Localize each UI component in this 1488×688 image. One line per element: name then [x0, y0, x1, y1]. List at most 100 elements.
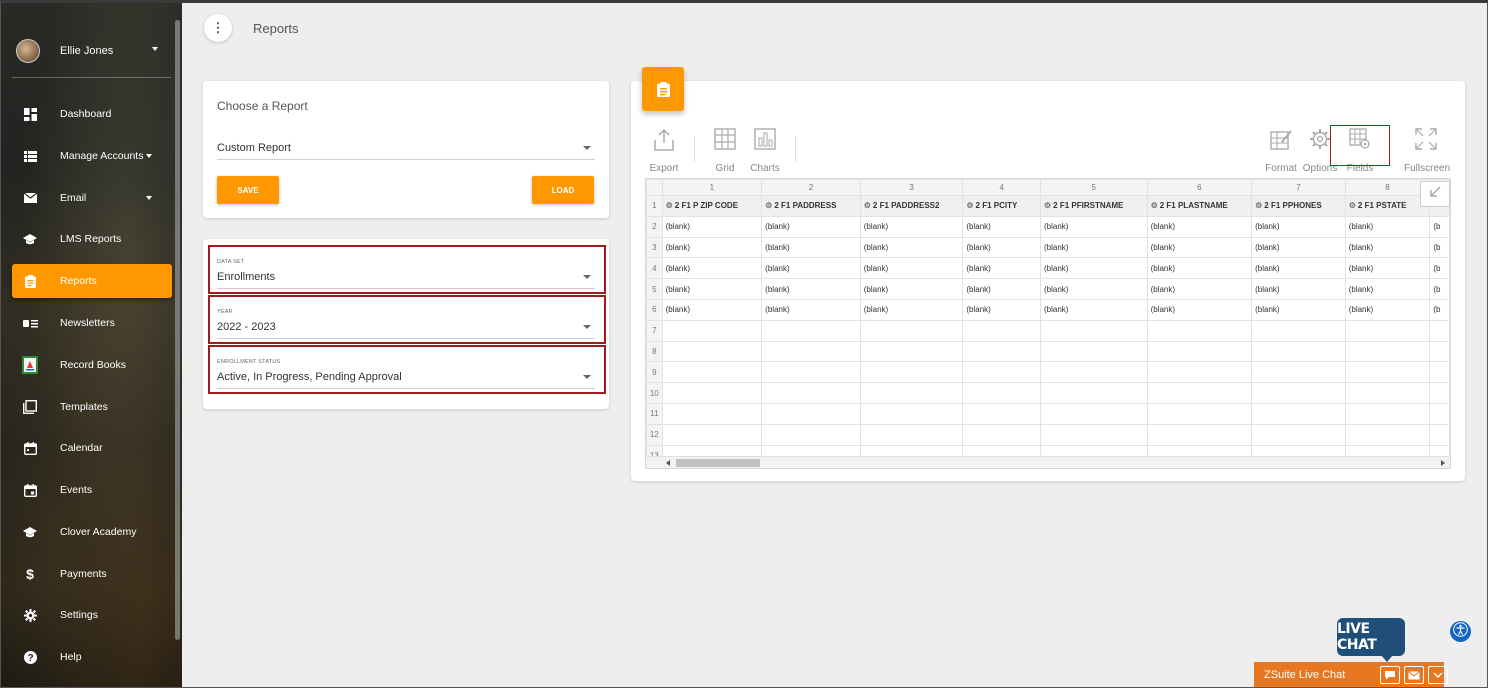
- table-cell[interactable]: (b: [1429, 257, 1450, 280]
- table-cell[interactable]: (blank): [1344, 257, 1431, 280]
- table-cell[interactable]: (blank): [1344, 215, 1431, 238]
- sidebar-scrollbar[interactable]: [175, 20, 180, 640]
- column-header[interactable]: ⚙ 2 F1 PSTATE: [1344, 195, 1431, 217]
- minimize-icon[interactable]: [1428, 666, 1448, 684]
- table-cell[interactable]: [1251, 402, 1346, 425]
- gear-icon[interactable]: ⚙: [1151, 201, 1158, 210]
- table-cell[interactable]: (blank): [1251, 298, 1346, 321]
- user-menu[interactable]: Ellie Jones: [0, 30, 172, 72]
- table-cell[interactable]: [1039, 340, 1148, 363]
- table-cell[interactable]: (blank): [1251, 236, 1346, 259]
- sidebar-item-clover-academy[interactable]: Clover Academy: [12, 515, 172, 549]
- horizontal-scrollbar[interactable]: [646, 456, 1450, 468]
- table-cell[interactable]: (blank): [1039, 278, 1148, 300]
- gear-icon[interactable]: ⚙: [1255, 201, 1262, 210]
- sidebar-item-record-books[interactable]: Record Books: [12, 348, 172, 382]
- table-cell[interactable]: (blank): [962, 278, 1041, 300]
- table-cell[interactable]: (blank): [1146, 236, 1253, 259]
- table-cell[interactable]: (blank): [859, 215, 964, 238]
- table-cell[interactable]: [859, 361, 964, 384]
- table-cell[interactable]: (b: [1429, 236, 1450, 259]
- table-cell[interactable]: [661, 340, 763, 363]
- table-cell[interactable]: (blank): [1039, 215, 1148, 238]
- table-cell[interactable]: [661, 361, 763, 384]
- table-cell[interactable]: (blank): [1146, 257, 1253, 280]
- table-cell[interactable]: [1146, 319, 1253, 342]
- gear-icon[interactable]: ⚙: [864, 201, 871, 210]
- table-cell[interactable]: [1251, 382, 1346, 404]
- grid-button[interactable]: Grid: [703, 128, 747, 174]
- table-cell[interactable]: (b: [1429, 215, 1450, 238]
- live-chat-bar[interactable]: ZSuite Live Chat: [1254, 662, 1448, 688]
- table-cell[interactable]: (blank): [661, 236, 763, 259]
- fullscreen-button[interactable]: Fullscreen: [1404, 128, 1450, 174]
- table-cell[interactable]: [661, 319, 763, 342]
- table-cell[interactable]: [1039, 382, 1148, 404]
- table-cell[interactable]: [1429, 382, 1450, 404]
- table-cell[interactable]: (blank): [761, 215, 861, 238]
- table-cell[interactable]: [1429, 423, 1450, 446]
- table-cell[interactable]: [859, 319, 964, 342]
- column-header[interactable]: ⚙ 2 F1 PFIRSTNAME: [1039, 195, 1148, 217]
- table-cell[interactable]: [962, 402, 1041, 425]
- table-cell[interactable]: [1039, 402, 1148, 425]
- table-cell[interactable]: [1429, 319, 1450, 342]
- gear-icon[interactable]: ⚙: [1349, 201, 1356, 210]
- table-cell[interactable]: [761, 423, 861, 446]
- column-header[interactable]: ⚙ 2 F1 P ZIP CODE: [661, 195, 763, 217]
- table-cell[interactable]: [1146, 340, 1253, 363]
- table-cell[interactable]: [962, 423, 1041, 446]
- table-cell[interactable]: [1039, 319, 1148, 342]
- sidebar-item-manage-accounts[interactable]: Manage Accounts: [12, 139, 172, 173]
- table-cell[interactable]: (blank): [1344, 236, 1431, 259]
- live-chat-badge[interactable]: LIVE CHAT: [1337, 618, 1405, 662]
- column-header[interactable]: ⚙ 2 F1 PADDRESS2: [859, 195, 964, 217]
- mail-icon[interactable]: [1404, 666, 1424, 684]
- table-cell[interactable]: [1344, 340, 1431, 363]
- table-cell[interactable]: [761, 361, 861, 384]
- table-cell[interactable]: (b: [1429, 278, 1450, 300]
- table-cell[interactable]: [761, 319, 861, 342]
- table-cell[interactable]: (blank): [1146, 298, 1253, 321]
- scroll-left-icon[interactable]: [666, 460, 670, 466]
- table-cell[interactable]: [859, 423, 964, 446]
- sidebar-item-reports[interactable]: Reports: [12, 264, 172, 298]
- scroll-thumb[interactable]: [676, 459, 760, 467]
- table-cell[interactable]: [1429, 340, 1450, 363]
- gear-icon[interactable]: ⚙: [765, 201, 772, 210]
- table-cell[interactable]: (blank): [761, 257, 861, 280]
- sidebar-item-help[interactable]: ? Help: [12, 640, 172, 674]
- table-cell[interactable]: [1344, 361, 1431, 384]
- column-header[interactable]: ⚙ 2 F1 PADDRESS: [761, 195, 861, 217]
- table-cell[interactable]: (blank): [1251, 257, 1346, 280]
- table-cell[interactable]: (blank): [761, 298, 861, 321]
- table-cell[interactable]: [962, 340, 1041, 363]
- table-cell[interactable]: (blank): [1039, 236, 1148, 259]
- sidebar-item-templates[interactable]: Templates: [12, 390, 172, 424]
- table-cell[interactable]: [962, 319, 1041, 342]
- table-cell[interactable]: [1251, 319, 1346, 342]
- column-header[interactable]: ⚙ 2 F1 PCITY: [962, 195, 1041, 217]
- chat-icon[interactable]: [1380, 666, 1400, 684]
- table-cell[interactable]: [761, 402, 861, 425]
- table-cell[interactable]: [1146, 423, 1253, 446]
- pivot-grid[interactable]: 1 2 3 4 5 6 7 8 1 ⚙ 2 F1 P ZIP CODE ⚙ 2 F1 PADDRESS ⚙…: [645, 178, 1451, 469]
- table-cell[interactable]: (blank): [1251, 278, 1346, 300]
- table-cell[interactable]: (blank): [962, 215, 1041, 238]
- table-cell[interactable]: [661, 402, 763, 425]
- sidebar-item-email[interactable]: Email: [12, 181, 172, 215]
- column-header[interactable]: ⚙ 2 F1 PPHONES: [1251, 195, 1346, 217]
- table-cell[interactable]: [1146, 382, 1253, 404]
- table-cell[interactable]: [1251, 340, 1346, 363]
- save-button[interactable]: SAVE: [217, 176, 279, 204]
- format-button[interactable]: Format: [1259, 128, 1303, 174]
- table-cell[interactable]: (blank): [1344, 278, 1431, 300]
- charts-button[interactable]: Charts: [743, 128, 787, 174]
- gear-icon[interactable]: ⚙: [966, 201, 973, 210]
- table-cell[interactable]: (blank): [962, 257, 1041, 280]
- table-cell[interactable]: (blank): [661, 215, 763, 238]
- table-cell[interactable]: [1251, 361, 1346, 384]
- table-cell[interactable]: [761, 340, 861, 363]
- table-cell[interactable]: (blank): [1251, 215, 1346, 238]
- table-cell[interactable]: (blank): [661, 298, 763, 321]
